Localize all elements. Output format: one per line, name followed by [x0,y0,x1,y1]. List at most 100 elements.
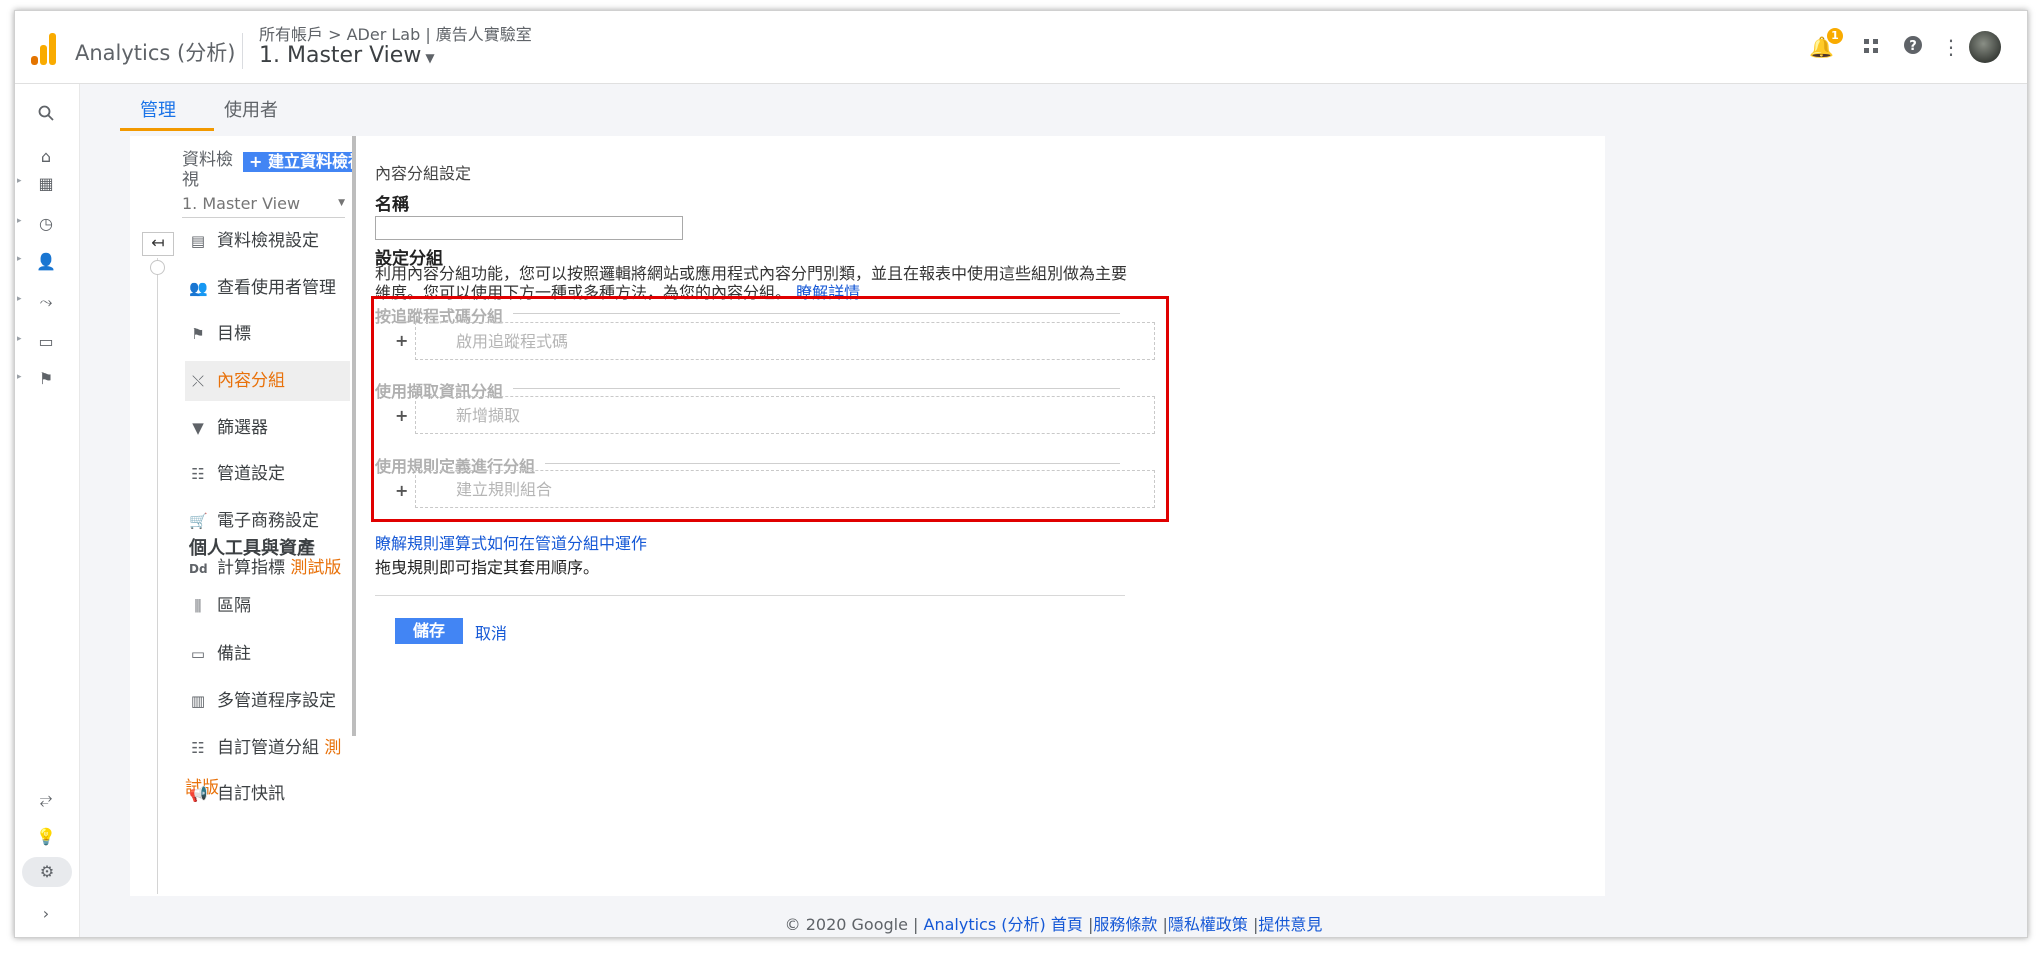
enable-tracking-code-button[interactable]: 啟用追蹤程式碼 [415,322,1155,360]
view-column-title: 資料檢視 [182,150,233,190]
nav-item-label: 管道設定 [217,464,285,484]
plus-icon: + [395,331,409,350]
create-rule-set-button[interactable]: 建立規則組合 [415,470,1155,508]
nav-item-label: 內容分組 [217,371,285,391]
view-dropdown[interactable]: 1. Master View ▼ [182,194,345,218]
admin-panel: ↤ 資料檢視 + 建立資料檢視 1. Master View ▼ ▤ 資料檢視設定 … [130,136,1605,896]
help-icon[interactable]: ? [1901,35,1925,59]
privacy-link[interactable]: 隱私權政策 [1168,915,1248,934]
person-icon[interactable]: 👤 [29,247,63,277]
nav-item-label: 備註 [217,644,251,664]
analytics-home-link[interactable]: Analytics (分析) 首頁 [924,915,1083,934]
flag-icon: ⚑ [191,325,205,343]
section-heading-tracking: 按追蹤程式碼分組 [375,303,1120,327]
top-bar: Analytics (分析) 所有帳戶 > ADer Lab | 廣告人實驗室 … [15,11,2027,84]
regex-help-link[interactable]: 瞭解規則運算式如何在管道分組中運作 [375,530,647,554]
nav-item-annotations[interactable]: ▭ 備註 [185,634,350,674]
nav-item-label: 自訂管道分組 [217,738,319,758]
nav-item-content-grouping[interactable]: ⤬ 內容分組 [185,361,350,401]
plus-icon: + [395,406,409,425]
nav-item-filters[interactable]: ▼ 篩選器 [185,408,350,448]
form-title: 內容分組設定 [375,164,472,183]
save-button[interactable]: 儲存 [395,618,463,644]
filter-icon: ▼ [192,419,204,437]
document-icon: ▤ [190,232,206,250]
gear-icon[interactable]: ⚙ [22,857,72,887]
app-name: Analytics (分析) [75,41,236,65]
tab-bar: 管理 使用者 [80,84,2027,131]
nav-item-custom-alerts[interactable]: 📢 自訂快訊 [185,774,350,814]
divider [375,595,1125,596]
expand-arrow-icon: ▸ [17,334,22,344]
tab-user[interactable]: 使用者 [224,96,278,122]
timeline-line [157,258,158,894]
add-extraction-button[interactable]: 新增擷取 [415,396,1155,434]
search-icon[interactable] [29,101,63,131]
apps-grid-icon[interactable] [1859,35,1883,59]
breadcrumb[interactable]: 所有帳戶 > ADer Lab | 廣告人實驗室 [259,21,532,45]
chevron-right-icon[interactable]: › [29,899,63,929]
expand-arrow-icon: ▸ [17,294,22,304]
nav-item-channel-settings[interactable]: ☷ 管道設定 [185,454,350,494]
feedback-link[interactable]: 提供意見 [1258,915,1322,934]
view-selector[interactable]: 1. Master View ▼ [259,43,435,68]
nav-scrollbar[interactable] [352,136,356,736]
nav-item-label: 自訂快訊 [217,784,285,804]
footer: © 2020 Google | Analytics (分析) 首頁 |服務條款 … [80,911,2027,935]
copyright: © 2020 Google | [784,915,919,934]
cancel-button[interactable]: 取消 [475,620,507,644]
create-view-button[interactable]: + 建立資料檢視 [243,152,354,172]
megaphone-icon: 📢 [189,785,208,803]
back-arrow-icon[interactable]: ↤ [142,232,174,256]
expand-arrow-icon: ▸ [17,176,22,186]
svg-text:?: ? [1909,39,1917,54]
nav-item-custom-channel-grouping[interactable]: ☷ 自訂管道分組 測試版 [185,728,350,798]
terms-link[interactable]: 服務條款 [1093,915,1157,934]
chevron-down-icon: ▼ [425,51,435,65]
section-heading-extraction: 使用擷取資訊分組 [375,378,1120,402]
channel-icon: ☷ [191,465,205,483]
nav-item-label: 資料檢視設定 [217,231,319,251]
people-icon: 👥 [189,279,208,297]
nav-item-label: 篩選器 [217,418,268,438]
attribution-icon[interactable]: ⥂ [29,784,63,814]
analytics-logo[interactable] [31,31,57,65]
channel-icon: ☷ [191,739,205,757]
nav-item-mcf-settings[interactable]: ▥ 多管道程序設定 [185,681,350,721]
notification-badge: 1 [1827,28,1843,44]
left-rail: ⌂ ▸ ▦ ▸ ◷ ▸ 👤 ▸ ⤳ ▸ ▭ ▸ ⚑ ⥂ 💡 ⚙ › [15,84,80,937]
dashboard-icon[interactable]: ▦ [29,169,63,199]
nav-item-view-settings[interactable]: ▤ 資料檢視設定 [185,221,350,261]
more-vert-icon[interactable]: ⋮ [1939,35,1963,59]
nav-item-label: 目標 [217,324,251,344]
plus-icon: + [395,481,409,500]
avatar[interactable] [1969,31,2001,63]
view-dropdown-value: 1. Master View [182,194,301,213]
name-input[interactable] [375,216,683,240]
behavior-icon[interactable]: ▭ [29,327,63,357]
expand-arrow-icon: ▸ [17,216,22,226]
nav-item-label: 電子商務設定 [217,511,319,531]
segments-icon: ⫼ [194,597,202,615]
drag-rules-note: 拖曳規則即可指定其套用順序。 [375,558,600,577]
nav-item-segments[interactable]: ⫼ 區隔 [185,586,350,626]
home-icon[interactable]: ⌂ [29,142,63,172]
divider [242,33,243,69]
lightbulb-icon[interactable]: 💡 [29,822,63,852]
browser-frame: Analytics (分析) 所有帳戶 > ADer Lab | 廣告人實驗室 … [14,10,2028,938]
comment-icon: ▭ [190,645,206,663]
bar-chart-icon: ▥ [190,692,206,710]
timeline-dot [150,260,165,275]
expand-arrow-icon: ▸ [17,372,22,382]
acquisition-icon[interactable]: ⤳ [29,287,63,317]
tab-admin[interactable]: 管理 [140,96,176,122]
expand-arrow-icon: ▸ [17,254,22,264]
clock-icon[interactable]: ◷ [29,209,63,239]
chevron-down-icon: ▼ [338,198,345,208]
name-label: 名稱 [375,195,409,215]
content-grouping-form: 內容分組設定 名稱 設定分組 利用內容分組功能，您可以按照邏輯將網站或應用程式內… [371,136,1169,896]
nav-item-user-management[interactable]: 👥 查看使用者管理 [185,268,350,308]
nav-item-goals[interactable]: ⚑ 目標 [185,314,350,354]
nav-item-label: 查看使用者管理 [217,278,336,298]
flag-icon[interactable]: ⚑ [29,364,63,394]
